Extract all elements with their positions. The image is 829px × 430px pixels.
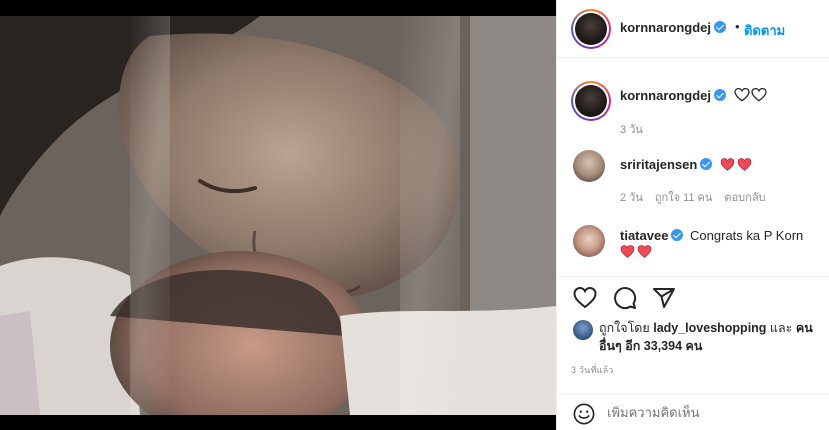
comment-username[interactable]: tiatavee [620, 228, 668, 243]
comment-box [557, 394, 829, 430]
photo-bottom-bar [0, 415, 556, 430]
comment-input[interactable] [607, 405, 817, 420]
verified-badge-icon [714, 21, 727, 33]
post-header: kornnarongdej • ติดตาม [557, 0, 829, 58]
comment-time[interactable]: 2 วัน [620, 192, 643, 204]
liker-username[interactable]: lady_loveshopping [653, 321, 766, 335]
comment-line: sriritajensen [620, 157, 752, 172]
comment-icon[interactable] [613, 286, 637, 310]
header-username[interactable]: kornnarongdej [620, 20, 727, 35]
avatar-image [575, 13, 607, 45]
heart-outline-icon [734, 88, 750, 102]
separator-dot: • [735, 19, 740, 34]
username-text[interactable]: kornnarongdej [620, 20, 711, 35]
photo-top-bar [0, 0, 556, 16]
photo-area [0, 0, 556, 430]
side-panel: kornnarongdej • ติดตาม kornnarongdej 3 ว… [556, 0, 829, 430]
verified-badge-icon [700, 158, 713, 170]
reply-button[interactable]: ตอบกลับ [724, 192, 765, 204]
heart-red-icon [637, 245, 652, 258]
heart-red-icon [620, 245, 635, 258]
likes-text: ถูกใจโดย lady_loveshopping และ คนอื่นๆ อ… [599, 319, 823, 355]
post-time[interactable]: 3 วันที่แล้ว [571, 363, 614, 377]
heart-outline-icon[interactable] [573, 286, 597, 310]
caption-username[interactable]: kornnarongdej [620, 88, 711, 103]
comment-text: Congrats ka P Korn [690, 228, 804, 243]
likes-prefix: ถูกใจโดย [599, 321, 650, 335]
liker-avatar[interactable] [573, 320, 593, 340]
comment-line: tiatavee Congrats ka P Korn [620, 228, 803, 243]
emoji-icon[interactable] [573, 403, 595, 425]
commenter-avatar[interactable] [573, 150, 605, 182]
comment-likes[interactable]: ถูกใจ 11 คน [655, 192, 713, 204]
comment-hearts [620, 245, 652, 263]
heart-outline-icon [751, 88, 767, 102]
caption-meta: 3 วัน [620, 120, 655, 138]
author-avatar[interactable] [571, 9, 611, 49]
action-bar [557, 280, 829, 316]
photo-illustration [0, 16, 556, 415]
comment-meta: 2 วัน ถูกใจ 11 คน ตอบกลับ [620, 188, 778, 206]
caption-avatar[interactable] [571, 81, 611, 121]
follow-button[interactable]: ติดตาม [744, 20, 785, 41]
comment-username[interactable]: sriritajensen [620, 157, 697, 172]
caption-time[interactable]: 3 วัน [620, 124, 643, 136]
verified-badge-icon [714, 89, 727, 101]
divider [557, 276, 829, 277]
likes-joiner: และ [769, 321, 793, 335]
avatar-image [575, 85, 607, 117]
heart-red-icon [737, 158, 752, 171]
post-photo[interactable] [0, 16, 556, 415]
likes-row: ถูกใจโดย lady_loveshopping และ คนอื่นๆ อ… [557, 316, 829, 358]
heart-red-icon [720, 158, 735, 171]
share-icon[interactable] [652, 286, 676, 310]
post-viewer: kornnarongdej • ติดตาม kornnarongdej 3 ว… [0, 0, 829, 430]
verified-badge-icon [671, 229, 684, 241]
commenter-avatar[interactable] [573, 225, 605, 257]
caption-line: kornnarongdej [620, 88, 767, 103]
